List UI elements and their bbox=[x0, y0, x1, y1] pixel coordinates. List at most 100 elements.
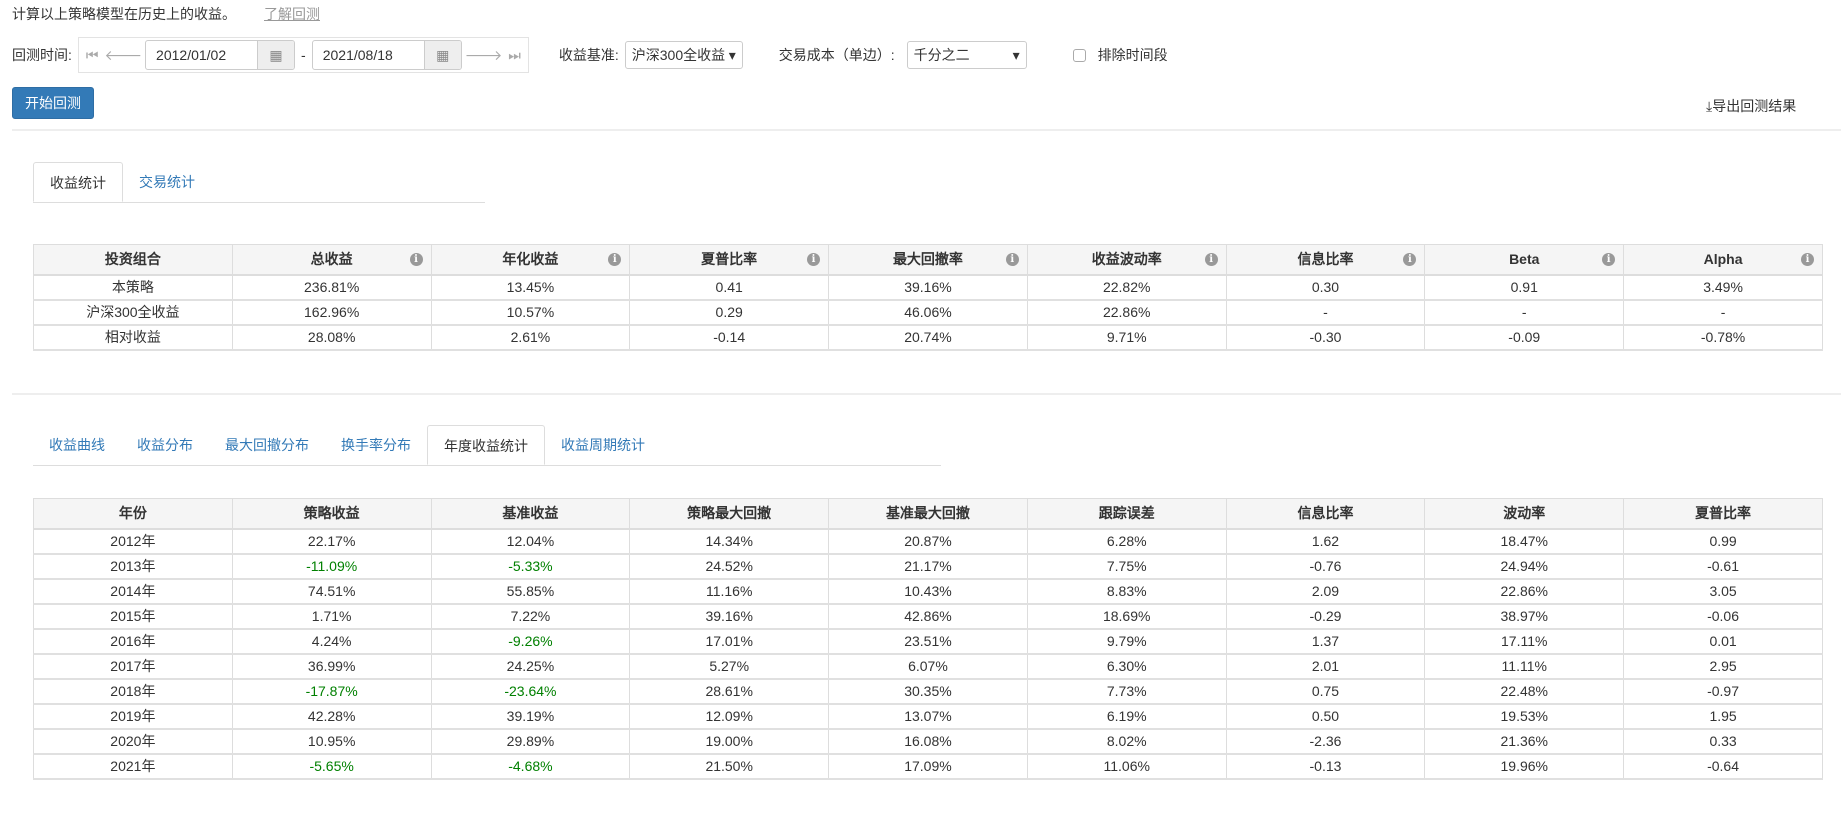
start-date-value: 2012/01/02 bbox=[156, 47, 227, 63]
column-header: Beta i bbox=[1424, 244, 1625, 276]
table-cell: 13.45% bbox=[430, 274, 631, 301]
table-cell: 7.75% bbox=[1026, 553, 1227, 580]
cost-select[interactable]: 千分之二 ▾ bbox=[906, 41, 1027, 69]
header-label: 收益波动率 bbox=[1091, 251, 1162, 268]
table-cell: 4.24% bbox=[231, 628, 432, 655]
tab-turnover-distribution[interactable]: 换手率分布 bbox=[325, 425, 427, 465]
table-cell: 0.99 bbox=[1623, 528, 1823, 555]
table-cell: 39.16% bbox=[828, 274, 1028, 301]
start-date-input[interactable]: 2012/01/02 ▦ bbox=[145, 40, 296, 70]
tab-yearly-stats[interactable]: 年度收益统计 bbox=[427, 425, 545, 465]
table-cell: 24.25% bbox=[430, 653, 631, 680]
header-label: 波动率 bbox=[1503, 505, 1546, 522]
info-icon[interactable]: i bbox=[1801, 253, 1814, 266]
table-cell: 36.99% bbox=[231, 653, 432, 680]
info-icon[interactable]: i bbox=[1005, 253, 1019, 266]
table-cell: -5.33% bbox=[430, 553, 631, 580]
header-label: 基准收益 bbox=[502, 505, 559, 522]
calendar-icon[interactable]: ▦ bbox=[423, 41, 461, 69]
column-header: 信息比率 i bbox=[1225, 244, 1426, 276]
tab-return-distribution[interactable]: 收益分布 bbox=[121, 425, 209, 465]
next-arrow-icon[interactable]: 🡒 bbox=[465, 47, 503, 64]
info-icon[interactable]: i bbox=[1403, 253, 1417, 266]
table-cell: 3.05 bbox=[1623, 578, 1823, 605]
table-cell: 1.95 bbox=[1623, 703, 1823, 730]
table-cell: 0.75 bbox=[1225, 678, 1426, 705]
exclude-checkbox[interactable] bbox=[1072, 48, 1086, 62]
table-cell: 3.49% bbox=[1623, 274, 1823, 301]
table-row: 相对收益 28.08% 2.61% -0.14 20.74% 9.71% -0.30 -0.0… bbox=[33, 324, 1823, 351]
table-cell: 19.00% bbox=[629, 728, 830, 755]
calendar-icon[interactable]: ▦ bbox=[257, 41, 295, 69]
table-cell: 11.11% bbox=[1424, 653, 1625, 680]
learn-backtest-link[interactable]: 了解回测 bbox=[264, 6, 320, 22]
export-label: 导出回测结果 bbox=[1712, 98, 1797, 114]
table-cell: 236.81% bbox=[231, 274, 432, 301]
table-row: 本策略 236.81% 13.45% 0.41 39.16% 22.82% 0.30 0.91… bbox=[33, 274, 1823, 301]
table-cell: 1.62 bbox=[1225, 528, 1426, 555]
table-cell: 8.02% bbox=[1026, 728, 1227, 755]
tab-return-stats[interactable]: 收益统计 bbox=[33, 162, 123, 202]
header-label: 夏普比率 bbox=[701, 251, 758, 268]
table-cell: 0.50 bbox=[1225, 703, 1426, 730]
table-cell: 18.69% bbox=[1026, 603, 1227, 630]
last-icon[interactable]: ⏭ bbox=[508, 47, 521, 64]
info-icon[interactable]: i bbox=[807, 253, 821, 266]
info-icon[interactable]: i bbox=[1602, 253, 1616, 266]
tab-drawdown-distribution[interactable]: 最大回撤分布 bbox=[209, 425, 325, 465]
table-cell: -4.68% bbox=[430, 753, 631, 780]
table-cell: 46.06% bbox=[828, 299, 1028, 326]
export-button[interactable]: ⤓导出回测结果 bbox=[1706, 96, 1796, 116]
table-cell: 38.97% bbox=[1424, 603, 1625, 630]
analysis-tabs: 收益曲线 收益分布 最大回撤分布 换手率分布 年度收益统计 收益周期统计 bbox=[33, 425, 941, 466]
prev-arrow-icon[interactable]: 🡐 bbox=[105, 47, 143, 64]
table-cell: 沪深300全收益 bbox=[33, 299, 233, 326]
table-cell: 21.50% bbox=[629, 753, 830, 780]
table-cell: 2.01 bbox=[1225, 653, 1426, 680]
header-label: 总收益 bbox=[310, 251, 353, 268]
header-label: 信息比率 bbox=[1297, 251, 1354, 268]
info-icon[interactable]: i bbox=[409, 253, 423, 266]
table-row: 2019年 42.28% 39.19% 12.09% 13.07% 6.19% 0.50 19… bbox=[33, 703, 1823, 730]
table-row: 2018年 -17.87% -23.64% 28.61% 30.35% 7.73% 0.75… bbox=[33, 678, 1823, 705]
info-icon[interactable]: i bbox=[608, 253, 622, 266]
benchmark-value: 沪深300全收益 bbox=[631, 47, 726, 63]
table-cell: 21.36% bbox=[1424, 728, 1625, 755]
divider bbox=[12, 129, 1841, 131]
cost-value: 千分之二 bbox=[913, 47, 970, 63]
table-cell: 11.16% bbox=[629, 578, 830, 605]
table-cell: 39.19% bbox=[430, 703, 631, 730]
table-cell: 10.43% bbox=[828, 578, 1028, 605]
header-label: 夏普比率 bbox=[1695, 505, 1752, 522]
table-cell: 2019年 bbox=[33, 703, 233, 730]
info-icon[interactable]: i bbox=[1204, 253, 1218, 266]
end-date-input[interactable]: 2021/08/18 ▦ bbox=[311, 40, 462, 70]
tab-return-curve[interactable]: 收益曲线 bbox=[33, 425, 121, 465]
table-cell: -0.13 bbox=[1225, 753, 1426, 780]
start-backtest-button[interactable]: 开始回测 bbox=[12, 87, 94, 119]
table-cell: 29.89% bbox=[430, 728, 631, 755]
table-cell: 30.35% bbox=[828, 678, 1028, 705]
table-cell: 24.94% bbox=[1424, 553, 1625, 580]
table-cell: 2.95 bbox=[1623, 653, 1823, 680]
tab-period-stats[interactable]: 收益周期统计 bbox=[545, 425, 661, 465]
tab-trade-stats[interactable]: 交易统计 bbox=[123, 162, 211, 202]
benchmark-select[interactable]: 沪深300全收益 ▾ bbox=[624, 41, 743, 69]
table-cell: 2021年 bbox=[33, 753, 233, 780]
cost-label: 交易成本（单边）: bbox=[778, 47, 895, 63]
table-cell: 0.91 bbox=[1424, 274, 1625, 301]
table-cell: 相对收益 bbox=[33, 324, 233, 351]
table-cell: 23.51% bbox=[828, 628, 1028, 655]
column-header: 策略最大回撤 bbox=[629, 498, 830, 530]
table-cell: 28.61% bbox=[629, 678, 830, 705]
table-cell: 17.01% bbox=[629, 628, 830, 655]
table-cell: 2016年 bbox=[33, 628, 233, 655]
date-dash: - bbox=[301, 47, 306, 63]
table-cell: 12.09% bbox=[629, 703, 830, 730]
table-cell: 本策略 bbox=[33, 274, 233, 301]
table-cell: 5.27% bbox=[629, 653, 830, 680]
table-cell: 19.96% bbox=[1424, 753, 1625, 780]
column-header: 基准最大回撤 bbox=[828, 498, 1028, 530]
table-cell: 2015年 bbox=[33, 603, 233, 630]
first-icon[interactable]: ⏮ bbox=[86, 47, 99, 64]
